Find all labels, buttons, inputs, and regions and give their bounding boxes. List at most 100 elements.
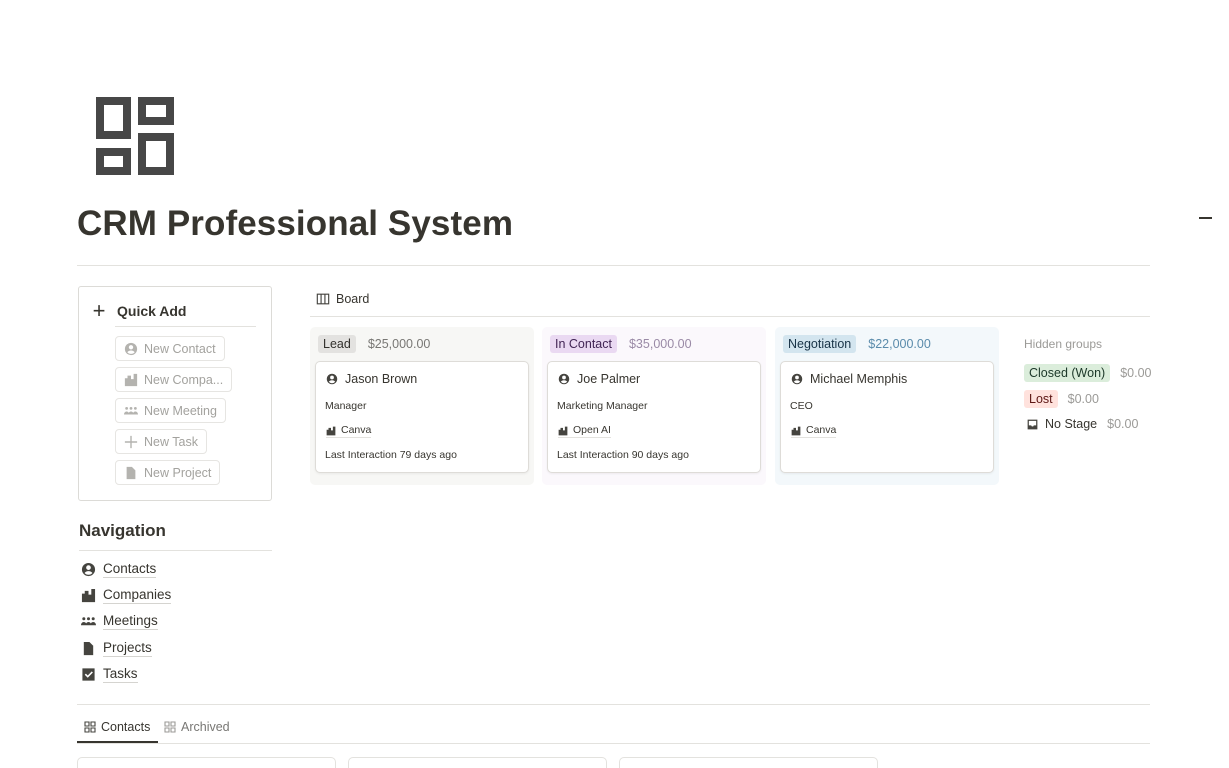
stage-tag: Closed (Won) [1024, 364, 1111, 382]
hidden-group-closed-won[interactable]: Closed (Won) $0.00 [1024, 364, 1151, 382]
card-title: Michael Memphis [791, 372, 907, 386]
inbox-icon [1027, 419, 1038, 429]
buildings-icon [791, 426, 801, 435]
company-link[interactable]: Canva [791, 424, 837, 438]
dashboard-layout-icon [96, 97, 174, 175]
card-title: Joe Palmer [558, 372, 640, 386]
nav-item-projects[interactable]: Projects [81, 640, 152, 657]
people-group-icon [81, 617, 96, 626]
new-task-button[interactable]: New Task [115, 429, 207, 454]
tab-board[interactable]: Board [316, 292, 369, 306]
column-header[interactable]: Lead $25,000.00 [318, 335, 430, 353]
new-company-label: New Compa... [144, 372, 224, 387]
tabs-divider [77, 743, 1150, 744]
company-name: Canva [806, 424, 837, 436]
nav-item-companies[interactable]: Companies [81, 587, 172, 604]
buildings-icon [81, 588, 96, 603]
gallery-view-icon [84, 721, 96, 733]
group-total: $0.00 [1120, 366, 1152, 380]
company-name: Canva [341, 424, 372, 436]
buildings-icon [558, 426, 568, 435]
person-circle-icon [558, 373, 570, 385]
people-group-icon [124, 406, 138, 414]
new-project-button[interactable]: New Project [115, 460, 221, 485]
nav-item-meetings[interactable]: Meetings [81, 613, 158, 630]
hidden-group-no-stage[interactable]: No Stage $0.00 [1024, 417, 1138, 431]
contact-role: Marketing Manager [557, 400, 648, 412]
last-interaction: Last Interaction 79 days ago [325, 449, 457, 461]
quick-add-title: Quick Add [117, 303, 187, 319]
contact-card[interactable]: Joe Palmer Marketing Manager Open AI Las… [547, 361, 761, 473]
new-contact-label: New Contact [144, 341, 216, 356]
nav-item-contacts[interactable]: Contacts [81, 561, 157, 578]
contact-role: Manager [325, 400, 367, 412]
buildings-icon [326, 426, 336, 435]
new-meeting-button[interactable]: New Meeting [115, 398, 226, 423]
gallery-card[interactable] [348, 757, 607, 768]
plus-icon [124, 435, 138, 448]
column-header[interactable]: In Contact $35,000.00 [550, 335, 692, 353]
contact-card[interactable]: Michael Memphis CEO Canva [780, 361, 994, 473]
group-total: $0.00 [1107, 417, 1139, 431]
last-interaction: Last Interaction 90 days ago [557, 449, 689, 461]
navigation-divider [79, 550, 272, 551]
person-circle-icon [124, 342, 138, 355]
new-company-button[interactable]: New Compa... [115, 367, 233, 392]
person-circle-icon [81, 562, 96, 577]
contact-name: Jason Brown [345, 372, 418, 386]
no-stage-text: No Stage [1045, 417, 1098, 431]
nav-label: Companies [103, 587, 172, 604]
column-total: $22,000.00 [868, 337, 931, 351]
checkbox-icon [82, 668, 95, 681]
document-icon [126, 466, 136, 479]
navigation-heading: Navigation [79, 521, 166, 540]
person-circle-icon [326, 373, 338, 385]
group-total: $0.00 [1067, 392, 1099, 406]
board-column-in-contact: In Contact $35,000.00 Joe Palmer Marketi… [542, 327, 766, 485]
new-task-label: New Task [144, 434, 198, 449]
board-view-icon [316, 293, 330, 305]
page-title: CRM Professional System [77, 204, 514, 243]
company-name: Open AI [573, 424, 611, 436]
new-meeting-label: New Meeting [144, 403, 217, 418]
hidden-groups-title: Hidden groups [1024, 337, 1103, 351]
gallery-view-icon [164, 721, 176, 733]
title-divider [77, 265, 1150, 266]
nav-label: Tasks [103, 666, 138, 683]
contact-role: CEO [790, 400, 813, 412]
document-icon [83, 641, 94, 656]
nav-item-tasks[interactable]: Tasks [81, 666, 138, 683]
nav-label: Contacts [103, 561, 157, 578]
board-divider [310, 316, 1150, 317]
contact-card[interactable]: Jason Brown Manager Canva Last Interacti… [315, 361, 529, 473]
gallery-card[interactable] [77, 757, 336, 768]
column-total: $35,000.00 [628, 337, 692, 351]
nav-label: Projects [103, 640, 152, 657]
board-tab-label: Board [336, 292, 370, 306]
board-column-lead: Lead $25,000.00 Jason Brown Manager Canv… [310, 327, 534, 485]
quick-add-divider [115, 326, 256, 327]
company-link[interactable]: Canva [326, 424, 372, 438]
hidden-group-lost[interactable]: Lost $0.00 [1024, 390, 1099, 408]
company-link[interactable]: Open AI [558, 424, 611, 438]
gallery-card[interactable] [619, 757, 878, 768]
person-circle-icon [791, 373, 803, 385]
stage-tag: Lead [318, 335, 356, 353]
tab-contacts[interactable]: Contacts [84, 720, 150, 734]
stage-tag: Negotiation [783, 335, 857, 353]
outline-toggle[interactable] [1199, 217, 1212, 219]
stage-tag: Lost [1024, 390, 1058, 408]
buildings-icon [124, 373, 138, 386]
nav-label: Meetings [103, 613, 158, 630]
tab-archived[interactable]: Archived [164, 720, 230, 734]
board-column-negotiation: Negotiation $22,000.00 Michael Memphis C… [775, 327, 999, 485]
quick-add-header[interactable]: + Quick Add [91, 300, 187, 322]
tab-label: Contacts [101, 720, 151, 734]
no-stage-label: No Stage [1024, 417, 1097, 431]
quick-add-panel: + Quick Add New Contact New Compa... New… [78, 286, 272, 501]
new-contact-button[interactable]: New Contact [115, 336, 225, 361]
section-divider [77, 704, 1150, 705]
contact-name: Joe Palmer [577, 372, 641, 386]
new-project-label: New Project [144, 465, 212, 480]
column-header[interactable]: Negotiation $22,000.00 [783, 335, 931, 353]
